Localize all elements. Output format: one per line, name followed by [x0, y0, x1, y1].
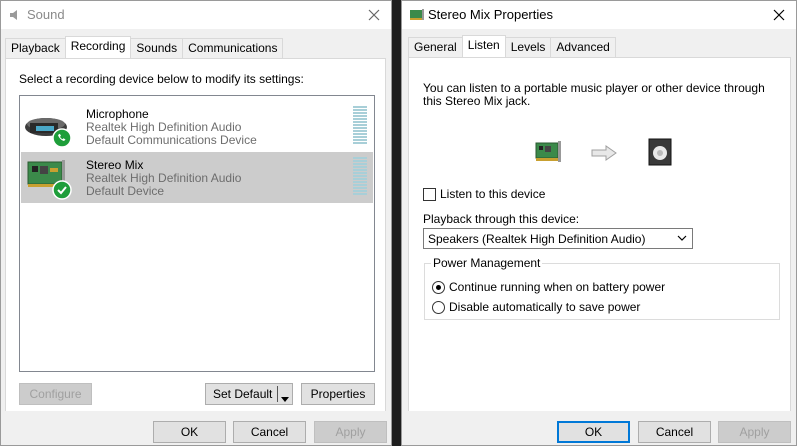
tab-advanced[interactable]: Advanced	[550, 37, 616, 57]
arrow-right-icon	[591, 145, 617, 164]
listen-checkbox[interactable]: Listen to this device	[423, 187, 545, 201]
tab-general[interactable]: General	[408, 37, 463, 57]
window-title: Sound	[27, 7, 65, 22]
set-default-label: Set Default	[213, 387, 273, 401]
playback-device-value: Speakers (Realtek High Definition Audio)	[428, 232, 646, 246]
sound-card-icon	[535, 140, 565, 167]
listen-description: You can listen to a portable music playe…	[423, 81, 765, 108]
cancel-button[interactable]: Cancel	[638, 421, 711, 443]
tab-strip: Playback Recording Sounds Communications	[5, 36, 284, 58]
properties-button[interactable]: Properties	[301, 383, 375, 405]
playback-label: Playback through this device:	[423, 212, 580, 226]
radio-label: Disable automatically to save power	[449, 300, 641, 314]
close-icon	[773, 9, 785, 21]
speaker-icon	[8, 8, 22, 25]
device-status: Default Communications Device	[86, 133, 257, 147]
tab-listen[interactable]: Listen	[461, 35, 506, 57]
close-icon	[368, 9, 380, 21]
chevron-down-icon[interactable]	[281, 391, 289, 405]
tab-recording[interactable]: Recording	[64, 36, 132, 58]
device-list[interactable]: Microphone Realtek High Definition Audio…	[19, 95, 375, 372]
device-item-microphone[interactable]: Microphone Realtek High Definition Audio…	[21, 101, 373, 152]
power-management-group: Power Management Continue running when o…	[424, 256, 780, 320]
tab-communications[interactable]: Communications	[182, 38, 284, 58]
tab-strip: General Listen Levels Advanced	[408, 35, 616, 57]
device-name: Stereo Mix	[86, 158, 144, 172]
group-label: Power Management	[431, 256, 543, 270]
dialog-buttons: OK Cancel Apply	[402, 411, 796, 445]
close-button[interactable]	[768, 4, 790, 26]
stereo-mix-properties-dialog: Stereo Mix Properties General Listen Lev…	[401, 0, 797, 446]
speaker-icon	[648, 138, 674, 169]
tab-playback[interactable]: Playback	[5, 38, 66, 58]
ok-button[interactable]: OK	[153, 421, 226, 443]
radio-label: Continue running when on battery power	[449, 280, 666, 294]
listen-panel: You can listen to a portable music playe…	[408, 57, 791, 413]
microphone-icon	[24, 105, 72, 149]
instruction-text: Select a recording device below to modif…	[19, 72, 304, 86]
recording-panel: Select a recording device below to modif…	[5, 58, 386, 413]
listen-label: Listen to this device	[440, 187, 546, 201]
sound-card-icon	[410, 9, 424, 23]
cancel-button[interactable]: Cancel	[233, 421, 306, 443]
device-name: Microphone	[86, 107, 149, 121]
configure-button[interactable]: Configure	[19, 383, 92, 405]
device-driver: Realtek High Definition Audio	[86, 171, 242, 185]
level-meter	[353, 157, 367, 197]
ok-button[interactable]: OK	[557, 421, 630, 443]
device-item-stereo-mix[interactable]: Stereo Mix Realtek High Definition Audio…	[21, 152, 373, 203]
radio-button[interactable]	[432, 300, 445, 314]
sound-card-icon	[24, 156, 72, 200]
level-meter	[353, 106, 367, 146]
device-driver: Realtek High Definition Audio	[86, 120, 242, 134]
set-default-button[interactable]: Set Default	[205, 383, 293, 405]
radio-disable-automatically[interactable]: Disable automatically to save power	[432, 300, 640, 314]
tab-levels[interactable]: Levels	[504, 37, 552, 57]
dialog-buttons: OK Cancel Apply	[1, 411, 391, 445]
apply-button[interactable]: Apply	[314, 421, 387, 443]
apply-button[interactable]: Apply	[718, 421, 791, 443]
radio-continue-running[interactable]: Continue running when on battery power	[432, 280, 665, 294]
sound-dialog: Sound Playback Recording Sounds Communic…	[0, 0, 392, 446]
device-status: Default Device	[86, 184, 165, 198]
title-bar: Stereo Mix Properties	[402, 1, 796, 29]
window-title: Stereo Mix Properties	[428, 7, 553, 22]
checkbox-box[interactable]	[423, 187, 436, 201]
tab-sounds[interactable]: Sounds	[130, 38, 184, 58]
title-bar: Sound	[1, 1, 391, 29]
playback-device-select[interactable]: Speakers (Realtek High Definition Audio)	[423, 228, 693, 249]
close-button[interactable]	[363, 4, 385, 26]
radio-button[interactable]	[432, 280, 445, 294]
chevron-down-icon	[677, 232, 687, 246]
